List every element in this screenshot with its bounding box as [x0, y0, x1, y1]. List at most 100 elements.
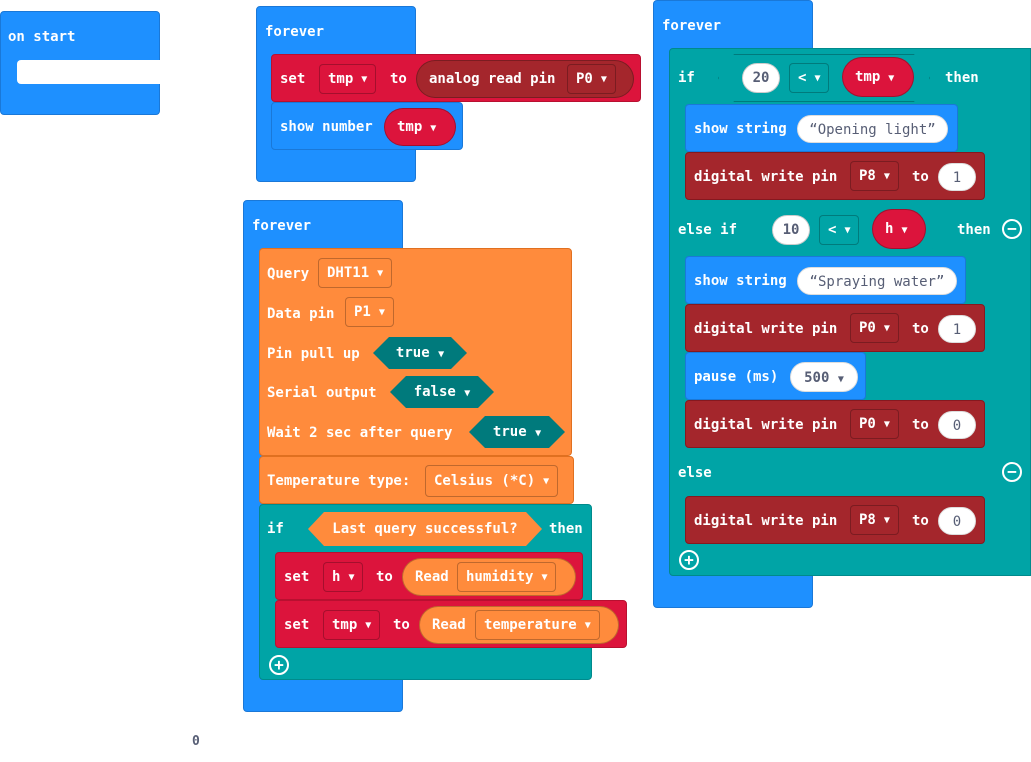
pin-dropdown[interactable]: P8 ▼ — [850, 505, 899, 535]
variable-reporter-value: tmp — [397, 119, 423, 135]
set-keyword: set — [284, 617, 310, 633]
to-keyword: to — [912, 417, 929, 433]
dropdown-arrow-icon: ▼ — [377, 268, 384, 279]
string-input[interactable]: “Opening light” — [797, 115, 948, 143]
dropdown-arrow-icon: ▼ — [361, 74, 368, 85]
pin-dropdown-value: P8 — [859, 168, 876, 184]
set-keyword: set — [280, 71, 306, 87]
temperature-type-block[interactable]: Temperature type: Celsius (*C) ▼ — [259, 456, 574, 504]
variable-dropdown-tmp[interactable]: tmp ▼ — [319, 64, 377, 94]
show-number-block[interactable]: show number tmp ▼ — [271, 102, 463, 150]
show-string-block-2[interactable]: show string “Spraying water” — [685, 256, 966, 304]
pin-dropdown-value: P0 — [576, 71, 593, 87]
wait-toggle[interactable]: true ▼ — [469, 416, 565, 448]
data-pin-label: Data pin — [267, 306, 335, 322]
value-input[interactable]: 0 — [938, 507, 976, 535]
temperature-type-dropdown[interactable]: Celsius (*C) ▼ — [425, 465, 559, 497]
forever-label: forever — [265, 24, 325, 40]
set-tmp-read-block[interactable]: set tmp ▼ to Read temperature ▼ — [275, 600, 627, 648]
add-branch-icon[interactable]: + — [679, 550, 699, 570]
last-query-successful-condition[interactable]: Last query successful? — [308, 512, 542, 546]
pin-dropdown-p0[interactable]: P0 ▼ — [567, 64, 616, 94]
pin-dropdown[interactable]: P0 ▼ — [850, 409, 899, 439]
digital-write-block-3[interactable]: digital write pin P0 ▼ to 0 — [685, 400, 985, 448]
digital-write-block-2[interactable]: digital write pin P0 ▼ to 1 — [685, 304, 985, 352]
temperature-type-label: Temperature type: — [267, 473, 411, 489]
pause-dropdown[interactable]: 500 ▼ — [790, 362, 858, 392]
read-humidity-block[interactable]: Read humidity ▼ — [402, 558, 576, 596]
variable-reporter-value: tmp — [855, 69, 881, 85]
remove-else-icon[interactable]: − — [1002, 462, 1022, 482]
value-input[interactable]: 1 — [938, 315, 976, 343]
value-text: 1 — [952, 170, 962, 186]
set-keyword: set — [284, 569, 310, 585]
digital-write-label: digital write pin — [694, 169, 838, 185]
dropdown-arrow-icon: ▼ — [600, 74, 607, 85]
dropdown-arrow-icon: ▼ — [888, 73, 895, 84]
number-input-10[interactable]: 10 — [772, 215, 810, 245]
dropdown-arrow-icon: ▼ — [883, 171, 890, 182]
serial-output-value: false — [413, 384, 456, 400]
data-pin-dropdown[interactable]: P1 ▼ — [345, 297, 394, 327]
wait-value: true — [492, 424, 527, 440]
number-input-20[interactable]: 20 — [742, 63, 780, 93]
string-input[interactable]: “Spraying water” — [797, 267, 957, 295]
dropdown-arrow-icon: ▼ — [883, 515, 890, 526]
pin-pull-up-toggle[interactable]: true ▼ — [373, 337, 467, 369]
dropdown-arrow-icon: ▼ — [541, 572, 548, 583]
set-h-block[interactable]: set h ▼ to Read humidity ▼ — [275, 552, 583, 600]
on-start-block[interactable]: on start — [0, 11, 161, 115]
pause-label: pause (ms) — [694, 369, 779, 385]
read-temperature-block[interactable]: Read temperature ▼ — [419, 606, 619, 644]
show-string-label: show string — [694, 121, 787, 137]
digital-write-label: digital write pin — [694, 321, 838, 337]
humidity-dropdown[interactable]: humidity ▼ — [457, 562, 557, 592]
digital-write-block-4[interactable]: digital write pin P8 ▼ to 0 — [685, 496, 985, 544]
remove-else-if-icon[interactable]: − — [1002, 219, 1022, 239]
digital-write-block-1[interactable]: digital write pin P8 ▼ to 1 — [685, 152, 985, 200]
temperature-type-value: Celsius (*C) — [434, 473, 536, 489]
to-keyword: to — [376, 569, 393, 585]
humidity-dropdown-value: humidity — [466, 569, 534, 585]
dropdown-arrow-icon: ▼ — [365, 620, 372, 631]
variable-reporter-h[interactable]: h ▼ — [872, 209, 926, 249]
else-keyword: else — [678, 465, 712, 481]
dht-query-block[interactable]: Query DHT11 ▼ Data pin P1 ▼ Pin pull up tr… — [259, 248, 572, 456]
on-start-empty-slot[interactable] — [17, 60, 161, 84]
variable-reporter-tmp[interactable]: tmp ▼ — [842, 57, 914, 97]
analog-read-pin-block[interactable]: analog read pin P0 ▼ — [416, 60, 634, 98]
pin-dropdown[interactable]: P0 ▼ — [850, 313, 899, 343]
condition-text: Last query successful? — [332, 521, 518, 537]
value-input[interactable]: 1 — [938, 163, 976, 191]
add-branch-icon[interactable]: + — [269, 655, 289, 675]
show-string-block-1[interactable]: show string “Opening light” — [685, 104, 958, 152]
sensor-dropdown[interactable]: DHT11 ▼ — [318, 258, 393, 288]
serial-output-toggle[interactable]: false ▼ — [390, 376, 494, 408]
temperature-dropdown-value: temperature — [484, 617, 577, 633]
pin-dropdown-value: P8 — [859, 512, 876, 528]
variable-reporter-tmp[interactable]: tmp ▼ — [384, 108, 456, 146]
forever-label: forever — [662, 18, 722, 34]
value-input[interactable]: 0 — [938, 411, 976, 439]
dropdown-arrow-icon: ▼ — [844, 225, 851, 236]
dropdown-arrow-icon: ▼ — [883, 323, 890, 334]
temperature-dropdown[interactable]: temperature ▼ — [475, 610, 600, 640]
variable-dropdown-tmp[interactable]: tmp ▼ — [323, 610, 381, 640]
read-label: Read — [415, 569, 449, 585]
operator-dropdown[interactable]: < ▼ — [789, 63, 830, 93]
dropdown-arrow-icon: ▼ — [883, 419, 890, 430]
dropdown-arrow-icon: ▼ — [535, 428, 542, 439]
operator-dropdown[interactable]: < ▼ — [819, 215, 860, 245]
to-keyword: to — [912, 169, 929, 185]
digital-write-label: digital write pin — [694, 513, 838, 529]
dropdown-arrow-icon: ▼ — [438, 349, 445, 360]
pin-dropdown[interactable]: P8 ▼ — [850, 161, 899, 191]
variable-dropdown-h[interactable]: h ▼ — [323, 562, 364, 592]
set-tmp-analog-block[interactable]: set tmp ▼ to analog read pin P0 ▼ — [271, 54, 641, 102]
data-pin-dropdown-value: P1 — [354, 304, 371, 320]
value-text: 0 — [952, 514, 962, 530]
pause-block[interactable]: pause (ms) 500 ▼ — [685, 352, 866, 400]
to-keyword: to — [912, 513, 929, 529]
show-number-label: show number — [280, 119, 373, 135]
if-keyword: if — [678, 70, 695, 86]
